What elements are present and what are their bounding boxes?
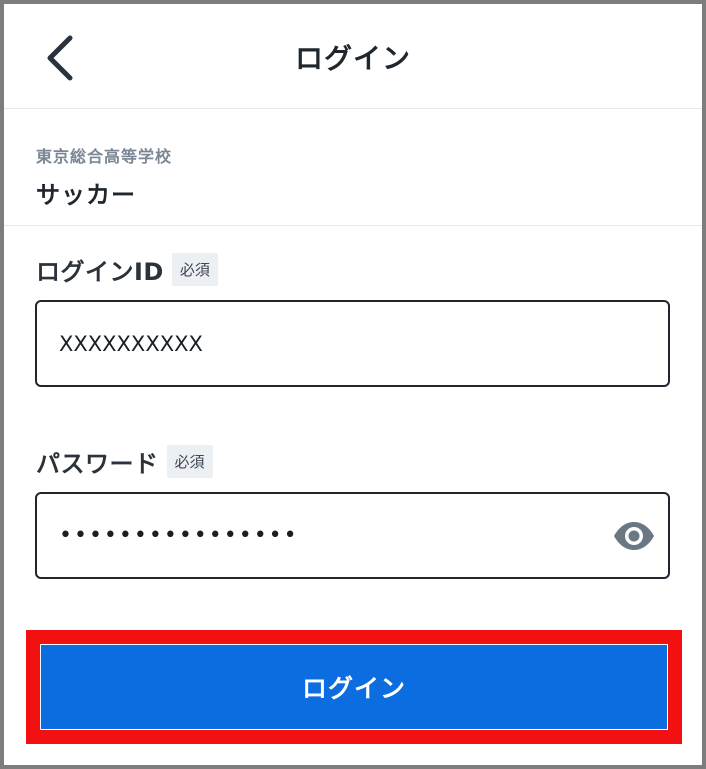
password-visibility-toggle[interactable] bbox=[612, 516, 656, 556]
login-id-input[interactable]: XXXXXXXXXX bbox=[35, 300, 670, 387]
team-name: サッカー bbox=[36, 181, 136, 209]
login-id-label: ログインID 必須 bbox=[36, 252, 218, 287]
login-id-label-text: ログインID bbox=[36, 258, 164, 286]
required-badge: 必須 bbox=[171, 253, 218, 286]
organization-info: 東京総合高等学校 サッカー bbox=[4, 108, 702, 226]
school-name: 東京総合高等学校 bbox=[36, 147, 173, 166]
app-header: ログイン bbox=[4, 4, 702, 109]
password-label-text: パスワード bbox=[36, 450, 159, 478]
page-title: ログイン bbox=[294, 42, 411, 75]
login-id-value: XXXXXXXXXX bbox=[59, 331, 203, 356]
password-input[interactable]: •••••••••••••••• bbox=[35, 492, 670, 579]
login-button[interactable]: ログイン bbox=[41, 645, 667, 729]
password-label: パスワード 必須 bbox=[36, 444, 213, 479]
required-badge: 必須 bbox=[166, 445, 213, 478]
password-value: •••••••••••••••• bbox=[59, 523, 299, 548]
eye-icon bbox=[614, 522, 654, 550]
login-screen: ログイン 東京総合高等学校 サッカー ログインID 必須 XXXXXXXXXX … bbox=[0, 0, 706, 769]
